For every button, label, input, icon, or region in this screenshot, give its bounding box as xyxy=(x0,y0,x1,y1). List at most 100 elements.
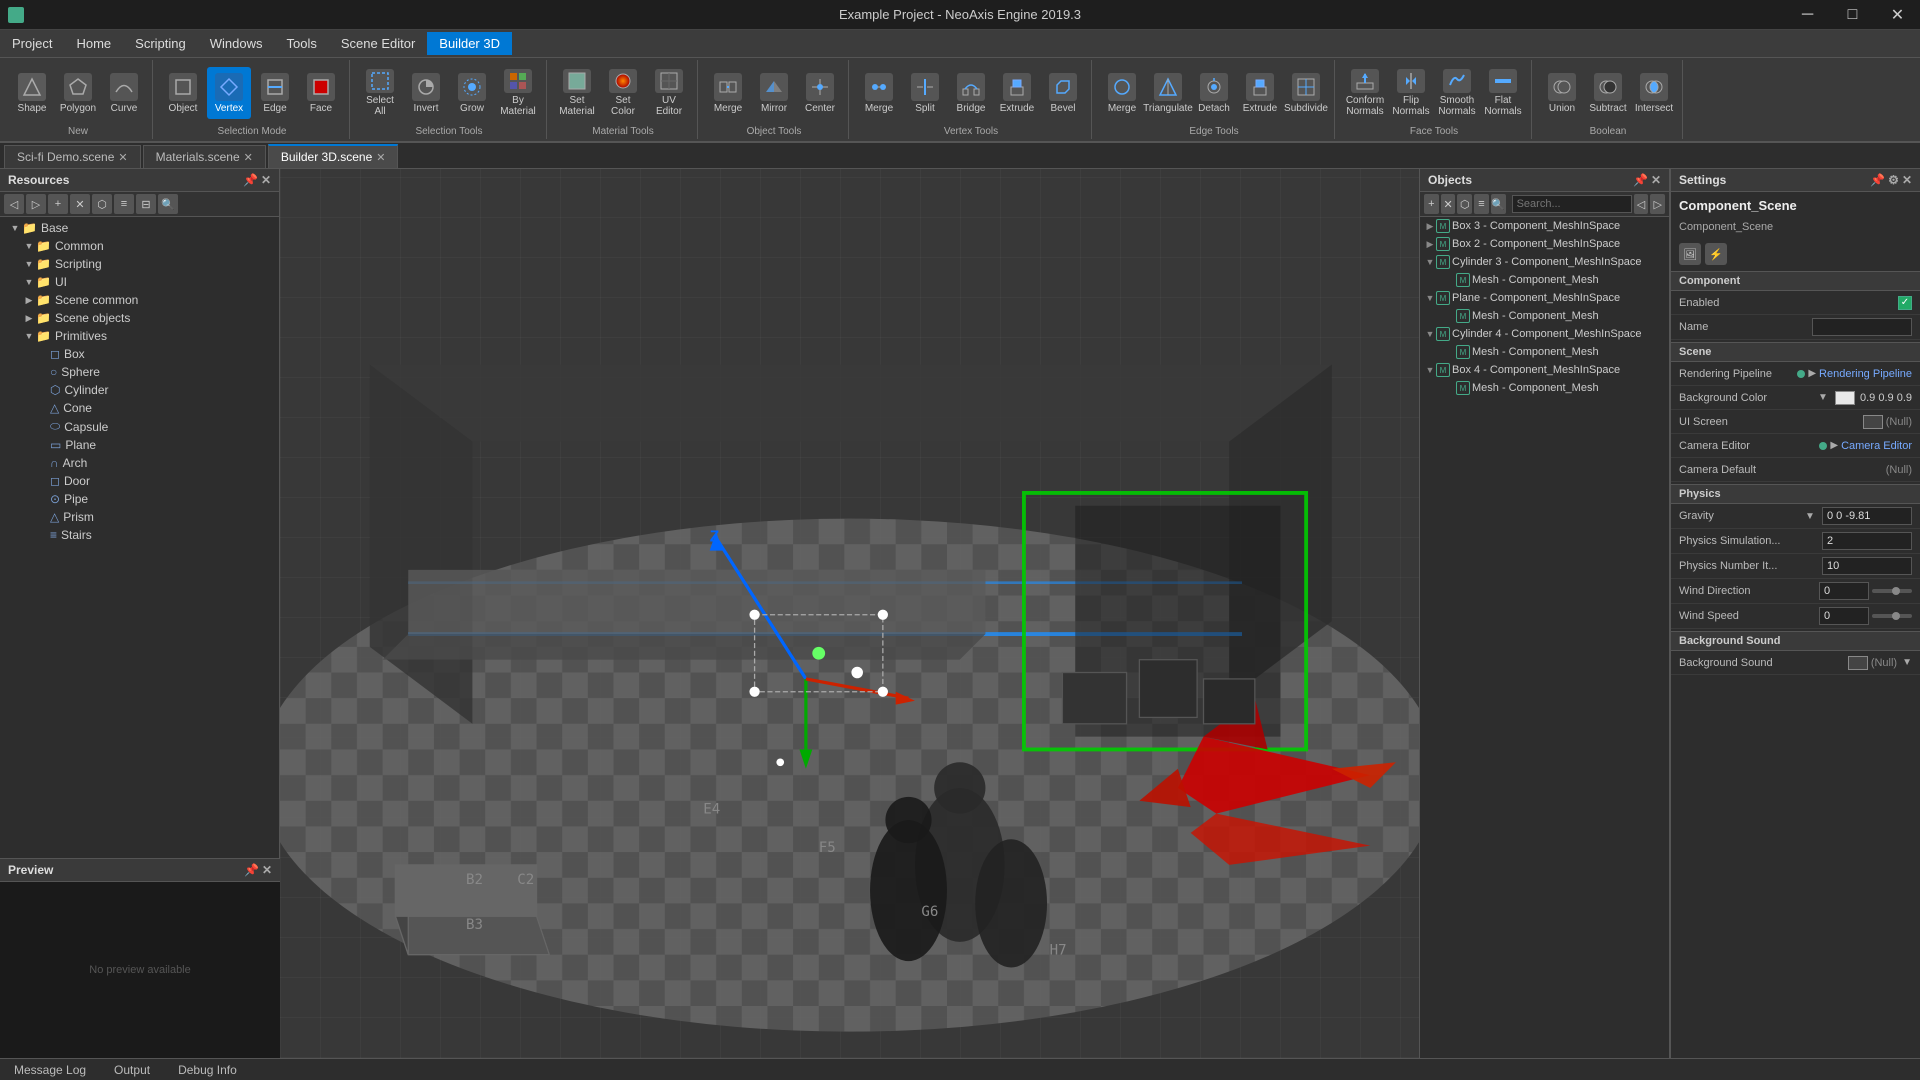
tree-arrow-primitives[interactable]: ▼ xyxy=(22,331,36,341)
toolbar-mirror-btn[interactable]: Mirror xyxy=(752,67,796,119)
toolbar-extrude-v-btn[interactable]: Extrude xyxy=(995,67,1039,119)
ui-screen-swatch[interactable] xyxy=(1863,415,1883,429)
toolbar-face-btn[interactable]: Face xyxy=(299,67,343,119)
objects-pin-btn[interactable]: 📌 xyxy=(1633,173,1648,187)
obj-duplicate-btn[interactable]: ⬡ xyxy=(1457,194,1472,214)
minimize-button[interactable]: ─ xyxy=(1785,0,1830,30)
settings-gear-btn[interactable]: ⚙ xyxy=(1888,173,1899,187)
tree-item-common[interactable]: ▼ 📁 Common xyxy=(0,237,279,255)
settings-close-btn[interactable]: ✕ xyxy=(1902,173,1912,187)
tab-close-materials[interactable]: ✕ xyxy=(244,151,253,164)
toolbar-uv-editor-btn[interactable]: UV Editor xyxy=(647,67,691,119)
res-delete-btn[interactable]: ✕ xyxy=(70,194,90,214)
expand-box4[interactable]: ▼ xyxy=(1424,365,1436,375)
tab-scifi-demo[interactable]: Sci-fi Demo.scene ✕ xyxy=(4,145,141,168)
objects-search-input[interactable] xyxy=(1512,195,1632,213)
toolbar-bridge-btn[interactable]: Bridge xyxy=(949,67,993,119)
tab-materials[interactable]: Materials.scene ✕ xyxy=(143,145,266,168)
settings-gravity-input[interactable] xyxy=(1822,507,1912,525)
menu-home[interactable]: Home xyxy=(64,32,123,55)
tree-arrow-base[interactable]: ▼ xyxy=(8,223,22,233)
tab-close-builder3d[interactable]: ✕ xyxy=(376,151,385,164)
close-button[interactable]: ✕ xyxy=(1875,0,1920,30)
tree-item-pipe[interactable]: ⊙ Pipe xyxy=(0,490,279,508)
tree-item-cone[interactable]: △ Cone xyxy=(0,399,279,417)
obj-settings-btn[interactable]: ≡ xyxy=(1474,194,1489,214)
tree-item-plane[interactable]: ▭ Plane xyxy=(0,436,279,454)
menu-windows[interactable]: Windows xyxy=(198,32,275,55)
tree-item-primitives[interactable]: ▼ 📁 Primitives xyxy=(0,327,279,345)
expand-cyl3[interactable]: ▼ xyxy=(1424,257,1436,267)
settings-enabled-checkbox[interactable]: ✓ xyxy=(1898,296,1912,310)
res-filter-btn[interactable]: ⊟ xyxy=(136,194,156,214)
preview-close-btn[interactable]: ✕ xyxy=(262,863,272,877)
res-add-btn[interactable]: + xyxy=(48,194,68,214)
tree-item-box[interactable]: ◻ Box xyxy=(0,345,279,363)
tab-close-scifi[interactable]: ✕ xyxy=(118,151,127,164)
res-forward-btn[interactable]: ▷ xyxy=(26,194,46,214)
toolbar-set-material-btn[interactable]: Set Material xyxy=(555,67,599,119)
obj-search-btn[interactable]: 🔍 xyxy=(1491,194,1506,214)
toolbar-intersect-btn[interactable]: Intersect xyxy=(1632,67,1676,119)
preview-pin-btn[interactable]: 📌 xyxy=(244,863,259,877)
obj-delete-btn[interactable]: ✕ xyxy=(1441,194,1456,214)
toolbar-subtract-btn[interactable]: Subtract xyxy=(1586,67,1630,119)
obj-add-btn[interactable]: + xyxy=(1424,194,1439,214)
obj-item-cyl3[interactable]: ▼ M Cylinder 3 - Component_MeshInSpace xyxy=(1420,253,1669,271)
tree-item-scene-objects[interactable]: ▶ 📁 Scene objects xyxy=(0,309,279,327)
tree-item-stairs[interactable]: ≡ Stairs xyxy=(0,526,279,544)
toolbar-object-btn[interactable]: Object xyxy=(161,67,205,119)
tree-arrow-scene-objects[interactable]: ▶ xyxy=(22,313,36,324)
obj-item-box3[interactable]: ▶ M Box 3 - Component_MeshInSpace xyxy=(1420,217,1669,235)
wind-direction-slider[interactable] xyxy=(1872,589,1912,593)
toolbar-bevel-btn[interactable]: Bevel xyxy=(1041,67,1085,119)
wind-speed-slider[interactable] xyxy=(1872,614,1912,618)
bg-color-collapse[interactable]: ▼ xyxy=(1818,392,1830,403)
menu-builder3d[interactable]: Builder 3D xyxy=(427,32,512,55)
bottom-tab-debug[interactable]: Debug Info xyxy=(164,1060,251,1080)
obj-item-box4[interactable]: ▼ M Box 4 - Component_MeshInSpace xyxy=(1420,361,1669,379)
settings-physics-sim-input[interactable] xyxy=(1822,532,1912,550)
settings-wind-speed-input[interactable] xyxy=(1819,607,1869,625)
toolbar-invert-btn[interactable]: Invert xyxy=(404,67,448,119)
bottom-tab-output[interactable]: Output xyxy=(100,1060,164,1080)
maximize-button[interactable]: □ xyxy=(1830,0,1875,30)
toolbar-merge-edge-btn[interactable]: Merge xyxy=(1100,67,1144,119)
toolbar-union-btn[interactable]: Union xyxy=(1540,67,1584,119)
settings-img-btn[interactable]: 🖼 xyxy=(1679,243,1701,265)
tree-item-door[interactable]: ◻ Door xyxy=(0,472,279,490)
rendering-pipeline-link[interactable]: Rendering Pipeline xyxy=(1819,368,1912,380)
toolbar-smooth-normals-btn[interactable]: Smooth Normals xyxy=(1435,67,1479,119)
tree-item-scripting[interactable]: ▼ 📁 Scripting xyxy=(0,255,279,273)
toolbar-subdivide-btn[interactable]: Subdivide xyxy=(1284,67,1328,119)
settings-bolt-btn[interactable]: ⚡ xyxy=(1705,243,1727,265)
tree-item-capsule[interactable]: ⬭ Capsule xyxy=(0,417,279,436)
toolbar-extrude-e-btn[interactable]: Extrude xyxy=(1238,67,1282,119)
obj-item-box2[interactable]: ▶ M Box 2 - Component_MeshInSpace xyxy=(1420,235,1669,253)
toolbar-merge-obj-btn[interactable]: Merge xyxy=(706,67,750,119)
expand-box2[interactable]: ▶ xyxy=(1424,239,1436,250)
tree-arrow-scripting[interactable]: ▼ xyxy=(22,259,36,269)
menu-scene-editor[interactable]: Scene Editor xyxy=(329,32,427,55)
wind-speed-thumb[interactable] xyxy=(1892,612,1900,620)
res-search-btn[interactable]: 🔍 xyxy=(158,194,178,214)
toolbar-center-btn[interactable]: Center xyxy=(798,67,842,119)
obj-item-mesh-plane[interactable]: M Mesh - Component_Mesh xyxy=(1420,307,1669,325)
resources-pin-btn[interactable]: 📌 xyxy=(243,173,258,187)
toolbar-polygon-btn[interactable]: Polygon xyxy=(56,67,100,119)
resources-close-btn[interactable]: ✕ xyxy=(261,173,271,187)
toolbar-select-all-btn[interactable]: Select All xyxy=(358,67,402,119)
viewport-scene[interactable]: B2 C2 B3 E4 F5 G6 H7 Z xyxy=(280,169,1419,1058)
toolbar-grow-btn[interactable]: Grow xyxy=(450,67,494,119)
toolbar-by-material-btn[interactable]: By Material xyxy=(496,67,540,119)
settings-wind-direction-input[interactable] xyxy=(1819,582,1869,600)
toolbar-flat-normals-btn[interactable]: Flat Normals xyxy=(1481,67,1525,119)
expand-plane[interactable]: ▼ xyxy=(1424,293,1436,303)
camera-editor-link[interactable]: Camera Editor xyxy=(1841,440,1912,452)
toolbar-shape-btn[interactable]: Shape xyxy=(10,67,54,119)
settings-name-input[interactable] xyxy=(1812,318,1912,336)
tree-arrow-ui[interactable]: ▼ xyxy=(22,277,36,287)
toolbar-edge-btn[interactable]: Edge xyxy=(253,67,297,119)
menu-tools[interactable]: Tools xyxy=(274,32,328,55)
toolbar-set-color-btn[interactable]: Set Color xyxy=(601,67,645,119)
